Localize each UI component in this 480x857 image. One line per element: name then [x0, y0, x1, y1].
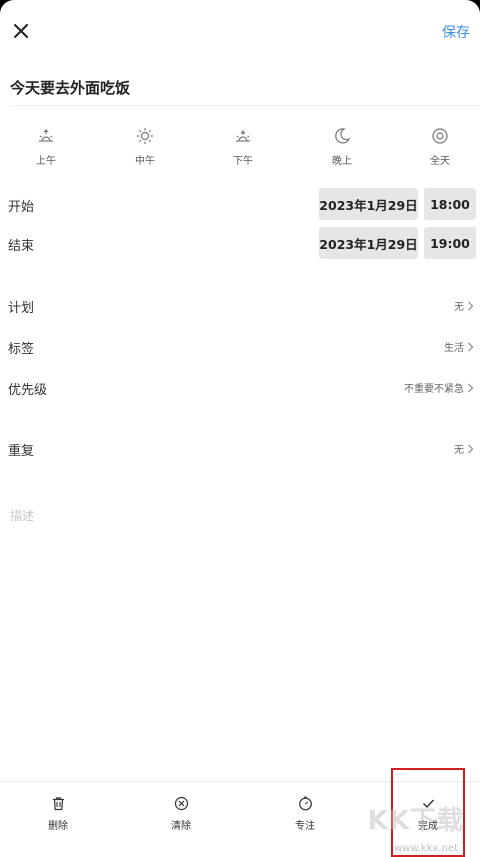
priority-value-button[interactable]: 不重要不紧急 — [404, 380, 474, 395]
description-input[interactable]: 描述 — [10, 507, 34, 524]
plan-value-button[interactable]: 无 — [454, 298, 474, 313]
tag-value-button[interactable]: 生活 — [444, 339, 474, 354]
watermark-logo: KK下载 — [367, 806, 464, 836]
time-slot-evening[interactable]: 晚上 — [312, 126, 372, 170]
end-label: 结束 — [8, 239, 35, 254]
close-icon — [14, 24, 28, 38]
priority-label: 优先级 — [8, 383, 48, 398]
chevron-right-icon — [468, 444, 474, 453]
start-label: 开始 — [8, 200, 35, 215]
moon-icon — [335, 128, 351, 144]
time-slot-allday[interactable]: 全天 — [410, 126, 470, 170]
time-slot-noon[interactable]: 中午 — [115, 126, 175, 170]
title-divider — [10, 105, 480, 106]
task-edit-screen: 保存 今天要去外面吃饭 上午 中午 下午 晚上 全天 开始 2023年1月29日… — [0, 0, 480, 857]
time-slot-label: 上午 — [36, 156, 56, 167]
allday-icon — [432, 128, 448, 144]
time-slot-label: 全天 — [430, 156, 450, 167]
focus-label: 专注 — [295, 821, 315, 832]
sun-icon — [137, 128, 153, 144]
clear-button[interactable]: 清除 — [151, 796, 211, 840]
clear-label: 清除 — [171, 821, 191, 832]
repeat-value-button[interactable]: 无 — [454, 441, 474, 456]
sunrise-icon — [39, 129, 53, 142]
delete-label: 删除 — [48, 821, 68, 832]
watermark-url: www.kkx.net — [394, 843, 458, 854]
start-time-picker[interactable]: 18:00 — [424, 188, 476, 220]
time-slot-label: 下午 — [233, 156, 253, 167]
sunset-icon — [236, 130, 250, 142]
delete-button[interactable]: 删除 — [28, 796, 88, 840]
chevron-right-icon — [468, 301, 474, 310]
time-slot-label: 中午 — [135, 156, 155, 167]
focus-button[interactable]: 专注 — [275, 796, 335, 840]
task-title[interactable]: 今天要去外面吃饭 — [10, 77, 130, 98]
start-date-picker[interactable]: 2023年1月29日 — [319, 188, 418, 220]
repeat-label: 重复 — [8, 444, 35, 459]
end-time-picker[interactable]: 19:00 — [424, 227, 476, 259]
tag-label: 标签 — [8, 342, 35, 357]
clear-icon — [174, 796, 188, 811]
time-slot-label: 晚上 — [332, 156, 352, 167]
priority-value: 不重要不紧急 — [404, 384, 464, 395]
plan-value: 无 — [454, 302, 464, 313]
close-button[interactable] — [8, 18, 34, 44]
repeat-value: 无 — [454, 445, 464, 456]
trash-icon — [52, 797, 64, 811]
end-date-picker[interactable]: 2023年1月29日 — [319, 227, 418, 259]
time-slot-afternoon[interactable]: 下午 — [213, 126, 273, 170]
top-bar: 保存 — [0, 12, 480, 50]
chevron-right-icon — [468, 342, 474, 351]
save-button[interactable]: 保存 — [436, 20, 476, 44]
time-slot-selector: 上午 中午 下午 晚上 全天 — [0, 126, 480, 170]
time-slot-morning[interactable]: 上午 — [16, 126, 76, 170]
tag-value: 生活 — [444, 343, 464, 354]
chevron-right-icon — [468, 383, 474, 392]
plan-label: 计划 — [8, 301, 35, 316]
timer-icon — [298, 796, 312, 811]
